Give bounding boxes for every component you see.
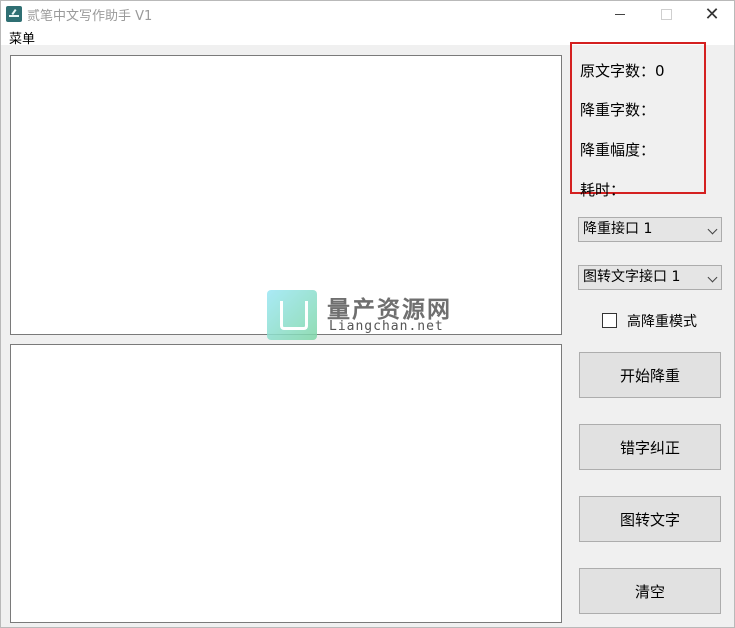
reduced-count-label: 降重字数： xyxy=(580,101,656,119)
maximize-button[interactable] xyxy=(643,1,689,27)
high-mode-option[interactable]: 高降重模式 xyxy=(602,311,697,331)
close-icon: ✕ xyxy=(704,3,720,25)
title-bar[interactable]: 贰笔中文写作助手 V1 ✕ xyxy=(1,1,734,27)
chevron-down-icon xyxy=(707,224,718,235)
original-count-label: 原文字数：0 xyxy=(580,62,665,80)
high-mode-checkbox[interactable] xyxy=(602,313,617,328)
ocr-api-select[interactable]: 图转文字接口 1 xyxy=(578,265,722,290)
minimize-icon xyxy=(615,13,625,15)
watermark-logo-icon xyxy=(267,290,317,340)
reduce-api-select[interactable]: 降重接口 1 xyxy=(578,217,722,242)
result-text-output[interactable] xyxy=(10,344,562,623)
window-title: 贰笔中文写作助手 V1 xyxy=(27,9,153,24)
watermark-site: Liangchan.net xyxy=(329,319,444,334)
menu-item-main[interactable]: 菜单 xyxy=(9,28,35,47)
close-button[interactable]: ✕ xyxy=(689,1,735,27)
correct-typo-button[interactable]: 错字纠正 xyxy=(579,424,721,470)
stats-panel: 原文字数：0 降重字数： 降重幅度： 耗时： xyxy=(570,42,706,199)
reduction-ratio-label: 降重幅度： xyxy=(580,141,656,159)
clear-button[interactable]: 清空 xyxy=(579,568,721,614)
reduce-api-value: 降重接口 1 xyxy=(583,221,653,237)
maximize-icon xyxy=(660,8,672,20)
image-to-text-button[interactable]: 图转文字 xyxy=(579,496,721,542)
time-elapsed-label: 耗时： xyxy=(580,181,626,199)
app-window: 贰笔中文写作助手 V1 ✕ 菜单 量产资源网 Liangchan.net 原文字… xyxy=(0,0,735,628)
high-mode-label: 高降重模式 xyxy=(627,314,697,330)
chevron-down-icon xyxy=(707,272,718,283)
watermark: 量产资源网 Liangchan.net xyxy=(267,290,477,340)
ocr-api-value: 图转文字接口 1 xyxy=(583,269,681,285)
minimize-button[interactable] xyxy=(597,1,643,27)
pen-icon xyxy=(6,6,22,22)
start-reduce-button[interactable]: 开始降重 xyxy=(579,352,721,398)
